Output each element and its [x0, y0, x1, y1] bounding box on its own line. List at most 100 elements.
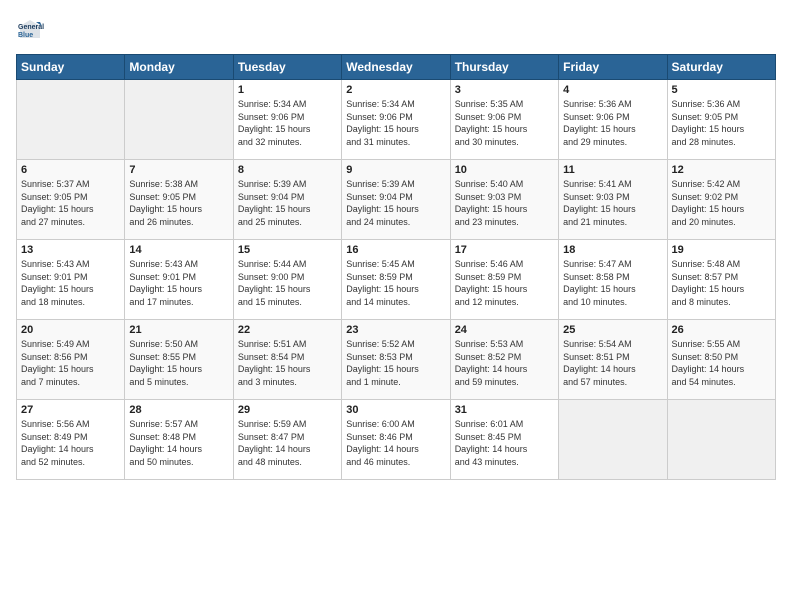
- calendar-cell: 6Sunrise: 5:37 AM Sunset: 9:05 PM Daylig…: [17, 160, 125, 240]
- day-number: 27: [21, 404, 120, 416]
- day-number: 31: [455, 404, 554, 416]
- calendar-cell: 22 Sunrise: 5:51 AM Sunset: 8:54 PM Dayli…: [233, 320, 341, 400]
- weekday-header-friday: Friday: [559, 55, 667, 80]
- day-number: 7: [129, 164, 228, 176]
- calendar-cell: 23 Sunrise: 5:52 AM Sunset: 8:53 PM Dayli…: [342, 320, 450, 400]
- svg-text:Blue: Blue: [18, 32, 33, 39]
- day-number: 4: [563, 84, 662, 96]
- day-number: 9: [346, 164, 445, 176]
- weekday-header-saturday: Saturday: [667, 55, 775, 80]
- weekday-header-sunday: Sunday: [17, 55, 125, 80]
- day-number: 20: [21, 324, 120, 336]
- day-number: 22: [238, 324, 337, 336]
- calendar-cell: [667, 400, 775, 480]
- day-info: Sunrise: 5:43 AM Sunset: 9:01 PM Dayligh…: [21, 258, 120, 308]
- day-info: Sunrise: 5:50 AM Sunset: 8:55 PM Dayligh…: [129, 338, 228, 388]
- calendar-cell: 10 Sunrise: 5:40 AM Sunset: 9:03 PM Dayli…: [450, 160, 558, 240]
- logo-icon: General Blue: [16, 16, 44, 44]
- day-number: 8: [238, 164, 337, 176]
- calendar-cell: [125, 80, 233, 160]
- day-number: 14: [129, 244, 228, 256]
- weekday-header-thursday: Thursday: [450, 55, 558, 80]
- day-number: 29: [238, 404, 337, 416]
- calendar-cell: 26Sunrise: 5:55 AM Sunset: 8:50 PM Dayli…: [667, 320, 775, 400]
- day-number: 2: [346, 84, 445, 96]
- day-info: Sunrise: 5:47 AM Sunset: 8:58 PM Dayligh…: [563, 258, 662, 308]
- day-info: Sunrise: 5:53 AM Sunset: 8:52 PM Dayligh…: [455, 338, 554, 388]
- calendar-cell: 30 Sunrise: 6:00 AM Sunset: 8:46 PM Dayli…: [342, 400, 450, 480]
- calendar-cell: 17Sunrise: 5:46 AM Sunset: 8:59 PM Dayli…: [450, 240, 558, 320]
- calendar-cell: [559, 400, 667, 480]
- day-info: Sunrise: 5:52 AM Sunset: 8:53 PM Dayligh…: [346, 338, 445, 388]
- day-number: 17: [455, 244, 554, 256]
- calendar-week-row: 1 Sunrise: 5:34 AM Sunset: 9:06 PM Daylig…: [17, 80, 776, 160]
- day-number: 15: [238, 244, 337, 256]
- calendar-cell: 29 Sunrise: 5:59 AM Sunset: 8:47 PM Dayli…: [233, 400, 341, 480]
- day-info: Sunrise: 5:41 AM Sunset: 9:03 PM Dayligh…: [563, 178, 662, 228]
- weekday-header-row: SundayMondayTuesdayWednesdayThursdayFrid…: [17, 55, 776, 80]
- svg-text:General: General: [18, 24, 44, 31]
- day-info: Sunrise: 5:39 AM Sunset: 9:04 PM Dayligh…: [238, 178, 337, 228]
- calendar-cell: 9 Sunrise: 5:39 AM Sunset: 9:04 PM Daylig…: [342, 160, 450, 240]
- day-info: Sunrise: 5:51 AM Sunset: 8:54 PM Dayligh…: [238, 338, 337, 388]
- day-info: Sunrise: 5:37 AM Sunset: 9:05 PM Dayligh…: [21, 178, 120, 228]
- day-number: 23: [346, 324, 445, 336]
- calendar-cell: 20Sunrise: 5:49 AM Sunset: 8:56 PM Dayli…: [17, 320, 125, 400]
- day-info: Sunrise: 5:48 AM Sunset: 8:57 PM Dayligh…: [672, 258, 771, 308]
- day-number: 1: [238, 84, 337, 96]
- day-number: 11: [563, 164, 662, 176]
- day-number: 16: [346, 244, 445, 256]
- day-info: Sunrise: 5:56 AM Sunset: 8:49 PM Dayligh…: [21, 418, 120, 468]
- day-number: 5: [672, 84, 771, 96]
- day-number: 30: [346, 404, 445, 416]
- calendar-cell: 7 Sunrise: 5:38 AM Sunset: 9:05 PM Daylig…: [125, 160, 233, 240]
- calendar-week-row: 6Sunrise: 5:37 AM Sunset: 9:05 PM Daylig…: [17, 160, 776, 240]
- calendar-cell: 24 Sunrise: 5:53 AM Sunset: 8:52 PM Dayli…: [450, 320, 558, 400]
- day-info: Sunrise: 6:00 AM Sunset: 8:46 PM Dayligh…: [346, 418, 445, 468]
- day-number: 13: [21, 244, 120, 256]
- day-info: Sunrise: 5:40 AM Sunset: 9:03 PM Dayligh…: [455, 178, 554, 228]
- calendar-cell: 3 Sunrise: 5:35 AM Sunset: 9:06 PM Daylig…: [450, 80, 558, 160]
- weekday-header-wednesday: Wednesday: [342, 55, 450, 80]
- calendar-cell: 21 Sunrise: 5:50 AM Sunset: 8:55 PM Dayli…: [125, 320, 233, 400]
- day-number: 18: [563, 244, 662, 256]
- calendar-cell: 16 Sunrise: 5:45 AM Sunset: 8:59 PM Dayli…: [342, 240, 450, 320]
- day-number: 28: [129, 404, 228, 416]
- day-info: Sunrise: 5:59 AM Sunset: 8:47 PM Dayligh…: [238, 418, 337, 468]
- calendar-cell: 13 Sunrise: 5:43 AM Sunset: 9:01 PM Dayli…: [17, 240, 125, 320]
- calendar-cell: 14 Sunrise: 5:43 AM Sunset: 9:01 PM Dayli…: [125, 240, 233, 320]
- day-number: 12: [672, 164, 771, 176]
- day-number: 25: [563, 324, 662, 336]
- day-info: Sunrise: 5:43 AM Sunset: 9:01 PM Dayligh…: [129, 258, 228, 308]
- day-number: 24: [455, 324, 554, 336]
- calendar-cell: 4Sunrise: 5:36 AM Sunset: 9:06 PM Daylig…: [559, 80, 667, 160]
- day-number: 3: [455, 84, 554, 96]
- calendar-week-row: 13 Sunrise: 5:43 AM Sunset: 9:01 PM Dayli…: [17, 240, 776, 320]
- calendar-cell: 18 Sunrise: 5:47 AM Sunset: 8:58 PM Dayli…: [559, 240, 667, 320]
- calendar-cell: 1 Sunrise: 5:34 AM Sunset: 9:06 PM Daylig…: [233, 80, 341, 160]
- day-number: 10: [455, 164, 554, 176]
- day-info: Sunrise: 6:01 AM Sunset: 8:45 PM Dayligh…: [455, 418, 554, 468]
- day-info: Sunrise: 5:39 AM Sunset: 9:04 PM Dayligh…: [346, 178, 445, 228]
- calendar-table: SundayMondayTuesdayWednesdayThursdayFrid…: [16, 54, 776, 480]
- calendar-week-row: 20Sunrise: 5:49 AM Sunset: 8:56 PM Dayli…: [17, 320, 776, 400]
- calendar-cell: 15Sunrise: 5:44 AM Sunset: 9:00 PM Dayli…: [233, 240, 341, 320]
- day-info: Sunrise: 5:36 AM Sunset: 9:05 PM Dayligh…: [672, 98, 771, 148]
- day-info: Sunrise: 5:34 AM Sunset: 9:06 PM Dayligh…: [238, 98, 337, 148]
- calendar-cell: 12Sunrise: 5:42 AM Sunset: 9:02 PM Dayli…: [667, 160, 775, 240]
- calendar-week-row: 27 Sunrise: 5:56 AM Sunset: 8:49 PM Dayli…: [17, 400, 776, 480]
- day-info: Sunrise: 5:35 AM Sunset: 9:06 PM Dayligh…: [455, 98, 554, 148]
- day-info: Sunrise: 5:45 AM Sunset: 8:59 PM Dayligh…: [346, 258, 445, 308]
- day-number: 21: [129, 324, 228, 336]
- calendar-cell: [17, 80, 125, 160]
- day-info: Sunrise: 5:55 AM Sunset: 8:50 PM Dayligh…: [672, 338, 771, 388]
- weekday-header-monday: Monday: [125, 55, 233, 80]
- day-info: Sunrise: 5:38 AM Sunset: 9:05 PM Dayligh…: [129, 178, 228, 228]
- day-info: Sunrise: 5:57 AM Sunset: 8:48 PM Dayligh…: [129, 418, 228, 468]
- calendar-cell: 28 Sunrise: 5:57 AM Sunset: 8:48 PM Dayli…: [125, 400, 233, 480]
- calendar-cell: 8 Sunrise: 5:39 AM Sunset: 9:04 PM Daylig…: [233, 160, 341, 240]
- calendar-cell: 11 Sunrise: 5:41 AM Sunset: 9:03 PM Dayli…: [559, 160, 667, 240]
- day-number: 19: [672, 244, 771, 256]
- calendar-cell: 27 Sunrise: 5:56 AM Sunset: 8:49 PM Dayli…: [17, 400, 125, 480]
- calendar-cell: 25Sunrise: 5:54 AM Sunset: 8:51 PM Dayli…: [559, 320, 667, 400]
